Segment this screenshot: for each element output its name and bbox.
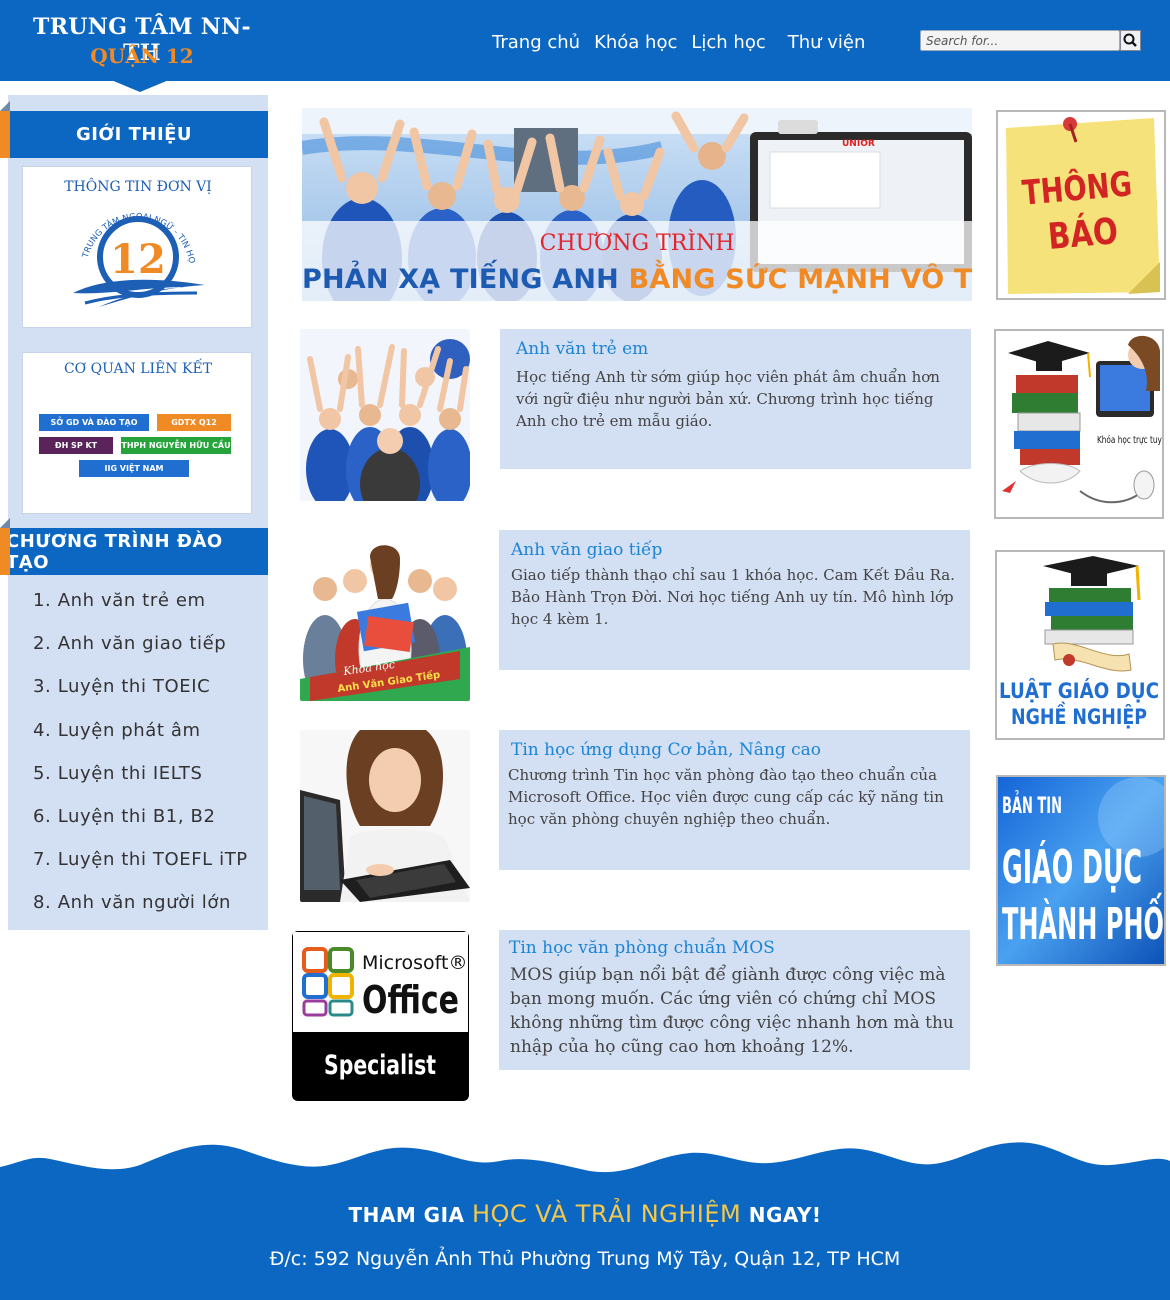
logo-subtitle[interactable]: QUẬN 12 (28, 44, 256, 68)
svg-text:THÀNH PHỐ: THÀNH PHỐ (1002, 892, 1164, 950)
svg-text:NGHỀ NGHIỆP: NGHỀ NGHIỆP (1011, 701, 1147, 729)
partner-link-gdtx[interactable]: GDTX Q12 (157, 414, 231, 431)
partner-link-iig[interactable]: IIG VIỆT NAM (79, 460, 189, 477)
partners-title: CƠ QUAN LIÊN KẾT (63, 361, 213, 377)
footer-address: Đ/c: 592 Nguyễn Ảnh Thủ Phường Trung Mỹ … (269, 1248, 901, 1270)
footer-cta: THAM GIA HỌC VÀ TRẢI NGHIỆM NGAY! (348, 1200, 822, 1228)
notice-link[interactable]: THÔNG BÁO (996, 110, 1166, 300)
nav-library[interactable]: Thư viện (788, 32, 866, 53)
online-course-link[interactable]: Khóa học trực tuyến (994, 329, 1164, 519)
course-image-it[interactable] (300, 730, 470, 902)
partner-link-doe[interactable]: SỞ GD VÀ ĐÀO TẠO (39, 414, 149, 431)
nav-home[interactable]: Trang chủ (492, 32, 580, 53)
course-card-communication[interactable]: Anh văn giao tiếp Giao tiếp thành thạo c… (499, 530, 970, 670)
svg-text:GIÁO DỤC: GIÁO DỤC (1002, 840, 1142, 894)
hero-banner[interactable]: UNIOR CHƯƠNG TRÌNH PHẢN XẠ TIẾNG ANH BẰN… (302, 108, 972, 301)
nav-courses[interactable]: Khóa học (594, 32, 677, 53)
course-description: Học tiếng Anh từ sớm giúp học viên phát … (516, 368, 940, 430)
course-image-kids[interactable] (300, 329, 470, 501)
svg-text:Microsoft®: Microsoft® (362, 952, 467, 974)
partner-link-hcmute[interactable]: ĐH SP KT (39, 437, 113, 454)
program-link[interactable]: 3. Luyện thi TOEIC (33, 676, 210, 697)
program-link[interactable]: 5. Luyện thi IELTS (33, 763, 203, 784)
city-news-link[interactable]: BẢN TIN GIÁO DỤC THÀNH PHỐ (996, 775, 1166, 966)
course-title[interactable]: Tin học văn phòng chuẩn MOS (509, 938, 775, 958)
unit-info-title: THÔNG TIN ĐƠN VỊ (64, 179, 212, 195)
course-image-mos[interactable]: Microsoft® Office Specialist (292, 931, 469, 1101)
vocational-law-link[interactable]: LUẬT GIÁO DỤC NGHỀ NGHIỆP (995, 550, 1165, 740)
course-card-it[interactable]: Tin học ứng dụng Cơ bản, Nâng cao Chương… (499, 730, 970, 870)
svg-text:LUẬT GIÁO DỤC: LUẬT GIÁO DỤC (999, 677, 1159, 703)
vocational-law-image: LUẬT GIÁO DỤC NGHỀ NGHIỆP (997, 552, 1163, 738)
unit-info-box: THÔNG TIN ĐƠN VỊ TRUNG TÂM NGOẠI NGỮ - T… (22, 166, 252, 328)
course-card-kids[interactable]: Anh văn trẻ em Học tiếng Anh từ sớm giúp… (500, 329, 971, 469)
course-title[interactable]: Tin học ứng dụng Cơ bản, Nâng cao (511, 740, 821, 760)
svg-text:BÁO: BÁO (1046, 210, 1119, 258)
program-link[interactable]: 6. Luyện thi B1, B2 (33, 806, 216, 827)
program-link[interactable]: 4. Luyện phát âm (33, 720, 201, 741)
mos-badge: Microsoft® Office Specialist (293, 932, 468, 1100)
center-12-logo[interactable]: TRUNG TÂM NGOẠI NGỮ - TIN HỌC 12 (65, 203, 211, 315)
intro-heading: GIỚI THIỆU (0, 111, 268, 158)
course-title[interactable]: Anh văn giao tiếp (511, 540, 662, 560)
kids-photo (300, 329, 470, 501)
svg-text:Khóa học trực tuyến: Khóa học trực tuyến (1097, 434, 1162, 446)
course-description: Chương trình Tin học văn phòng đào tạo t… (508, 766, 944, 828)
search-input[interactable]: Search for... (920, 30, 1120, 51)
students-photo: Khóa học Anh Văn Giao Tiếp (300, 529, 470, 701)
course-description: MOS giúp bạn nổi bật để giành được công … (510, 965, 954, 1057)
notice-note-image: THÔNG BÁO (998, 112, 1164, 298)
banner-slogan: PHẢN XẠ TIẾNG ANH BẰNG SỨC MẠNH VÔ THỨC (302, 264, 972, 295)
banner-title: CHƯƠNG TRÌNH (539, 231, 735, 256)
corner-fold-icon (0, 518, 10, 528)
city-news-image: BẢN TIN GIÁO DỤC THÀNH PHỐ (998, 777, 1164, 964)
program-link[interactable]: 8. Anh văn người lớn (33, 892, 231, 913)
svg-text:BẢN TIN: BẢN TIN (1002, 791, 1062, 819)
svg-text:UNIOR: UNIOR (842, 139, 875, 149)
search-icon (1123, 33, 1137, 47)
nav-schedule[interactable]: Lịch học (691, 32, 765, 53)
course-image-communication[interactable]: Khóa học Anh Văn Giao Tiếp (300, 529, 470, 701)
partners-box: CƠ QUAN LIÊN KẾT SỞ GD VÀ ĐÀO TẠO GDTX Q… (22, 352, 252, 514)
online-course-image: Khóa học trực tuyến (996, 331, 1162, 517)
partner-link-nhc[interactable]: THPH NGUYỄN HỮU CẦU (121, 437, 231, 454)
search-button[interactable] (1120, 30, 1141, 51)
svg-text:Office: Office (362, 978, 459, 1022)
programs-heading: CHƯƠNG TRÌNH ĐÀO TẠO (0, 528, 268, 575)
office-worker-photo (300, 730, 470, 902)
svg-text:12: 12 (110, 236, 166, 283)
program-link[interactable]: 2. Anh văn giao tiếp (33, 633, 226, 654)
program-link[interactable]: 1. Anh văn trẻ em (33, 590, 206, 611)
corner-fold-icon (0, 101, 10, 111)
course-description: Giao tiếp thành thạo chỉ sau 1 khóa học.… (511, 566, 955, 628)
svg-text:Specialist: Specialist (324, 1050, 436, 1081)
course-title[interactable]: Anh văn trẻ em (516, 339, 648, 359)
course-card-mos[interactable]: Tin học văn phòng chuẩn MOS MOS giúp bạn… (499, 930, 970, 1070)
program-link[interactable]: 7. Luyện thi TOEFL iTP (33, 849, 248, 870)
main-nav: Trang chủ Khóa học Lịch học Thư viện (492, 32, 879, 53)
